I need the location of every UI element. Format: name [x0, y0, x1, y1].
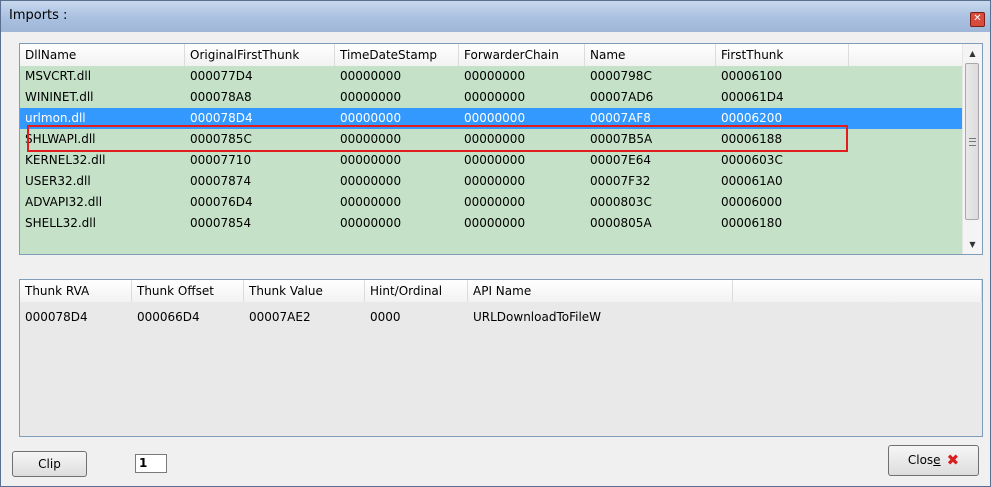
cell-dllname: SHLWAPI.dll [25, 132, 96, 146]
cell-firstthunk: 00006180 [721, 216, 783, 230]
arrow-up-icon[interactable]: ▲ [963, 45, 982, 62]
cell-dllname: WININET.dll [25, 90, 94, 104]
red-x-icon: ✖ [946, 451, 960, 469]
clip-button[interactable]: Clip [12, 451, 87, 477]
close-icon[interactable]: ✕ [970, 12, 985, 27]
cell-timedatestamp: 00000000 [340, 132, 402, 146]
cell-hint-ordinal: 0000 [370, 310, 401, 324]
cell-firstthunk: 00006100 [721, 69, 783, 83]
title-bar[interactable]: Imports : ✕ [1, 1, 990, 32]
cell-name: 00007B5A [590, 132, 653, 146]
grip-icon [969, 138, 976, 146]
column-header-name[interactable]: Name [585, 44, 716, 66]
column-header-timedatestamp[interactable]: TimeDateStamp [335, 44, 459, 66]
cell-dllname: ADVAPI32.dll [25, 195, 103, 209]
cell-forwarderchain: 00000000 [464, 90, 526, 104]
cell-timedatestamp: 00000000 [340, 195, 402, 209]
cell-name: 00007AF8 [590, 111, 651, 125]
column-header-originalfirstthunk[interactable]: OriginalFirstThunk [185, 44, 335, 66]
scroll-thumb[interactable] [965, 63, 979, 220]
cell-firstthunk: 000061A0 [721, 174, 783, 188]
cell-forwarderchain: 00000000 [464, 216, 526, 230]
thunks-header: Thunk RVA Thunk Offset Thunk Value Hint/… [20, 280, 982, 303]
cell-firstthunk: 00006188 [721, 132, 783, 146]
cell-originalfirstthunk: 000078A8 [190, 90, 252, 104]
cell-name: 00007F32 [590, 174, 651, 188]
modules-list[interactable]: DllName OriginalFirstThunk TimeDateStamp… [19, 43, 983, 255]
column-header-api-name[interactable]: API Name [468, 280, 733, 302]
close-button-label: Clos [907, 453, 934, 467]
cell-firstthunk: 00006000 [721, 195, 783, 209]
cell-timedatestamp: 00000000 [340, 216, 402, 230]
column-header-hint-ordinal[interactable]: Hint/Ordinal [365, 280, 468, 302]
cell-originalfirstthunk: 0000785C [190, 132, 252, 146]
column-header-firstthunk[interactable]: FirstThunk [716, 44, 849, 66]
module-row-selected[interactable]: urlmon.dll 000078D4 00000000 00000000 00… [20, 108, 963, 129]
cell-originalfirstthunk: 000076D4 [190, 195, 253, 209]
cell-timedatestamp: 00000000 [340, 111, 402, 125]
cell-forwarderchain: 00000000 [464, 132, 526, 146]
cell-originalfirstthunk: 00007854 [190, 216, 252, 230]
cell-name: 00007AD6 [590, 90, 654, 104]
cell-firstthunk: 000061D4 [721, 90, 784, 104]
cell-timedatestamp: 00000000 [340, 69, 402, 83]
cell-forwarderchain: 00000000 [464, 153, 526, 167]
count-field[interactable]: 1 [135, 454, 167, 473]
cell-dllname: USER32.dll [25, 174, 91, 188]
cell-timedatestamp: 00000000 [340, 153, 402, 167]
column-header-dllname[interactable]: DllName [20, 44, 185, 66]
window-title: Imports : [9, 8, 68, 23]
cell-originalfirstthunk: 000078D4 [190, 111, 253, 125]
column-header-blank [733, 280, 982, 302]
cell-thunk-offset: 000066D4 [137, 310, 200, 324]
module-row[interactable]: ADVAPI32.dll 000076D4 00000000 00000000 … [20, 192, 963, 213]
cell-firstthunk: 00006200 [721, 111, 783, 125]
column-header-thunk-rva[interactable]: Thunk RVA [20, 280, 132, 302]
module-row[interactable]: MSVCRT.dll 000077D4 00000000 00000000 00… [20, 66, 963, 87]
thunks-rows: 000078D4 000066D4 00007AE2 0000 URLDownl… [20, 302, 982, 436]
cell-api-name: URLDownloadToFileW [473, 310, 602, 324]
cell-name: 0000803C [590, 195, 652, 209]
cell-dllname: MSVCRT.dll [25, 69, 92, 83]
module-row[interactable]: USER32.dll 00007874 00000000 00000000 00… [20, 171, 963, 192]
column-header-thunk-offset[interactable]: Thunk Offset [132, 280, 244, 302]
modules-scrollbar[interactable]: ▲ ▼ [962, 44, 982, 254]
module-row[interactable]: WININET.dll 000078A8 00000000 00000000 0… [20, 87, 963, 108]
cell-originalfirstthunk: 000077D4 [190, 69, 253, 83]
column-header-blank [849, 44, 963, 66]
close-button-accelerator: e [933, 453, 941, 467]
cell-dllname: urlmon.dll [25, 111, 86, 125]
module-row[interactable]: SHLWAPI.dll 0000785C 00000000 00000000 0… [20, 129, 963, 150]
close-button[interactable]: Close ✖ [888, 445, 979, 476]
cell-name: 00007E64 [590, 153, 652, 167]
cell-forwarderchain: 00000000 [464, 111, 526, 125]
module-row[interactable]: KERNEL32.dll 00007710 00000000 00000000 … [20, 150, 963, 171]
cell-name: 0000805A [590, 216, 652, 230]
thunks-list[interactable]: Thunk RVA Thunk Offset Thunk Value Hint/… [19, 279, 983, 437]
cell-originalfirstthunk: 00007874 [190, 174, 252, 188]
cell-firstthunk: 0000603C [721, 153, 783, 167]
cell-thunk-value: 00007AE2 [249, 310, 311, 324]
thunk-row[interactable]: 000078D4 000066D4 00007AE2 0000 URLDownl… [20, 307, 982, 328]
cell-forwarderchain: 00000000 [464, 195, 526, 209]
modules-rows: MSVCRT.dll 000077D4 00000000 00000000 00… [20, 66, 963, 254]
imports-dialog: Imports : ✕ DllName OriginalFirstThunk T… [0, 0, 991, 487]
cell-forwarderchain: 00000000 [464, 69, 526, 83]
column-header-thunk-value[interactable]: Thunk Value [244, 280, 365, 302]
dialog-body: DllName OriginalFirstThunk TimeDateStamp… [4, 32, 987, 483]
arrow-down-icon[interactable]: ▼ [963, 236, 982, 253]
cell-forwarderchain: 00000000 [464, 174, 526, 188]
cell-timedatestamp: 00000000 [340, 90, 402, 104]
modules-header: DllName OriginalFirstThunk TimeDateStamp… [20, 44, 982, 67]
cell-originalfirstthunk: 00007710 [190, 153, 252, 167]
cell-dllname: KERNEL32.dll [25, 153, 106, 167]
cell-name: 0000798C [590, 69, 652, 83]
cell-thunk-rva: 000078D4 [25, 310, 88, 324]
column-header-forwarderchain[interactable]: ForwarderChain [459, 44, 585, 66]
cell-timedatestamp: 00000000 [340, 174, 402, 188]
module-row[interactable]: SHELL32.dll 00007854 00000000 00000000 0… [20, 213, 963, 234]
cell-dllname: SHELL32.dll [25, 216, 96, 230]
